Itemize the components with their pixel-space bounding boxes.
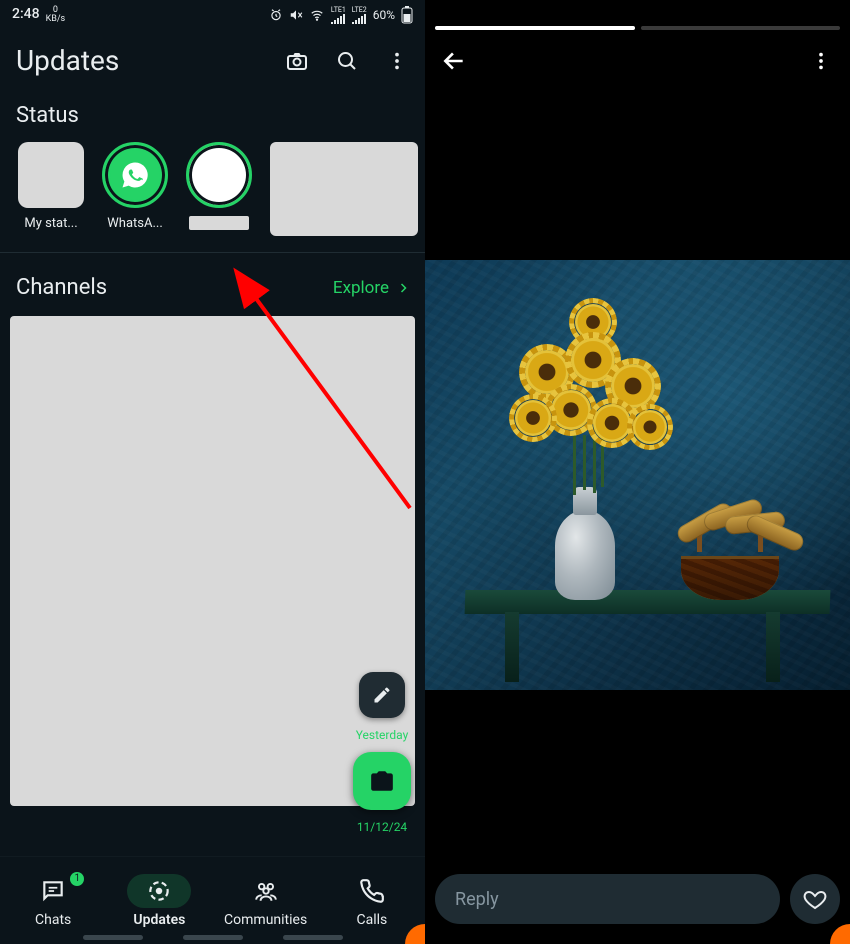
mute-icon bbox=[289, 8, 303, 22]
clock: 2:48 bbox=[12, 6, 40, 22]
like-button[interactable] bbox=[790, 874, 840, 924]
status-label: WhatsA... bbox=[107, 216, 163, 231]
progress-seg-2 bbox=[641, 26, 841, 30]
battery-text: 60% bbox=[373, 8, 395, 22]
fab-camera-status[interactable] bbox=[353, 752, 411, 810]
nav-label: Updates bbox=[133, 912, 185, 928]
fab-write-status[interactable] bbox=[359, 672, 405, 718]
alarm-icon bbox=[269, 8, 283, 22]
channels-title: Channels bbox=[16, 275, 107, 300]
updates-screen: 2:48 0 KB/s LTE1 LTE2 6 bbox=[0, 0, 425, 944]
nav-label: Chats bbox=[35, 912, 71, 928]
channels-header: Channels Explore bbox=[0, 253, 425, 316]
back-button[interactable] bbox=[439, 46, 469, 76]
status-image[interactable] bbox=[425, 260, 850, 690]
wifi-icon bbox=[309, 8, 325, 22]
progress-seg-1 bbox=[435, 26, 635, 30]
nav-label: Calls bbox=[356, 912, 387, 928]
status-section-title: Status bbox=[0, 95, 425, 142]
story-header bbox=[425, 30, 850, 92]
nav-updates[interactable]: Updates bbox=[106, 874, 212, 928]
gesture-bar bbox=[0, 935, 425, 940]
net-speed: 0 KB/s bbox=[46, 6, 66, 24]
status-label-masked bbox=[189, 216, 249, 230]
status-item-whatsapp[interactable]: WhatsA... bbox=[102, 142, 168, 231]
search-icon[interactable] bbox=[335, 49, 359, 73]
nav-label: Communities bbox=[224, 912, 307, 928]
status-item-wide[interactable] bbox=[270, 142, 418, 236]
my-status-thumb bbox=[18, 142, 84, 208]
more-menu-icon[interactable] bbox=[385, 49, 409, 73]
system-status-bar: 2:48 0 KB/s LTE1 LTE2 6 bbox=[0, 0, 425, 30]
whatsapp-icon bbox=[110, 150, 160, 200]
story-more-menu[interactable] bbox=[806, 46, 836, 76]
explore-link[interactable]: Explore bbox=[333, 278, 409, 298]
signal-1-icon: LTE1 bbox=[331, 6, 346, 24]
contact-status-ring bbox=[186, 142, 252, 208]
signal-2-icon: LTE2 bbox=[352, 6, 367, 24]
story-progress bbox=[425, 0, 850, 30]
whatsapp-status-ring bbox=[102, 142, 168, 208]
reply-input[interactable]: Reply bbox=[435, 874, 780, 924]
status-item-contact[interactable] bbox=[186, 142, 252, 230]
nav-calls[interactable]: Calls bbox=[319, 874, 425, 928]
status-viewer-screen: Reply bbox=[425, 0, 850, 944]
fab-date-bottom: 11/12/24 bbox=[357, 820, 407, 834]
status-list: My stat... WhatsA... bbox=[0, 142, 425, 252]
reply-bar: Reply bbox=[435, 874, 840, 924]
status-label: My stat... bbox=[24, 216, 77, 231]
fab-stack: Yesterday 11/12/24 bbox=[353, 672, 411, 834]
updates-header: Updates bbox=[0, 30, 425, 95]
reply-placeholder: Reply bbox=[455, 889, 499, 910]
nav-chats[interactable]: 1 Chats bbox=[0, 874, 106, 928]
camera-icon[interactable] bbox=[285, 49, 309, 73]
page-title: Updates bbox=[16, 44, 285, 77]
status-item-my-status[interactable]: My stat... bbox=[18, 142, 84, 231]
bottom-nav: 1 Chats Updates Communities Calls bbox=[0, 856, 425, 944]
nav-communities[interactable]: Communities bbox=[213, 874, 319, 928]
chats-badge: 1 bbox=[70, 872, 84, 886]
battery-icon bbox=[401, 6, 413, 24]
corner-indicator bbox=[830, 924, 850, 944]
fab-date-yesterday: Yesterday bbox=[356, 728, 409, 742]
